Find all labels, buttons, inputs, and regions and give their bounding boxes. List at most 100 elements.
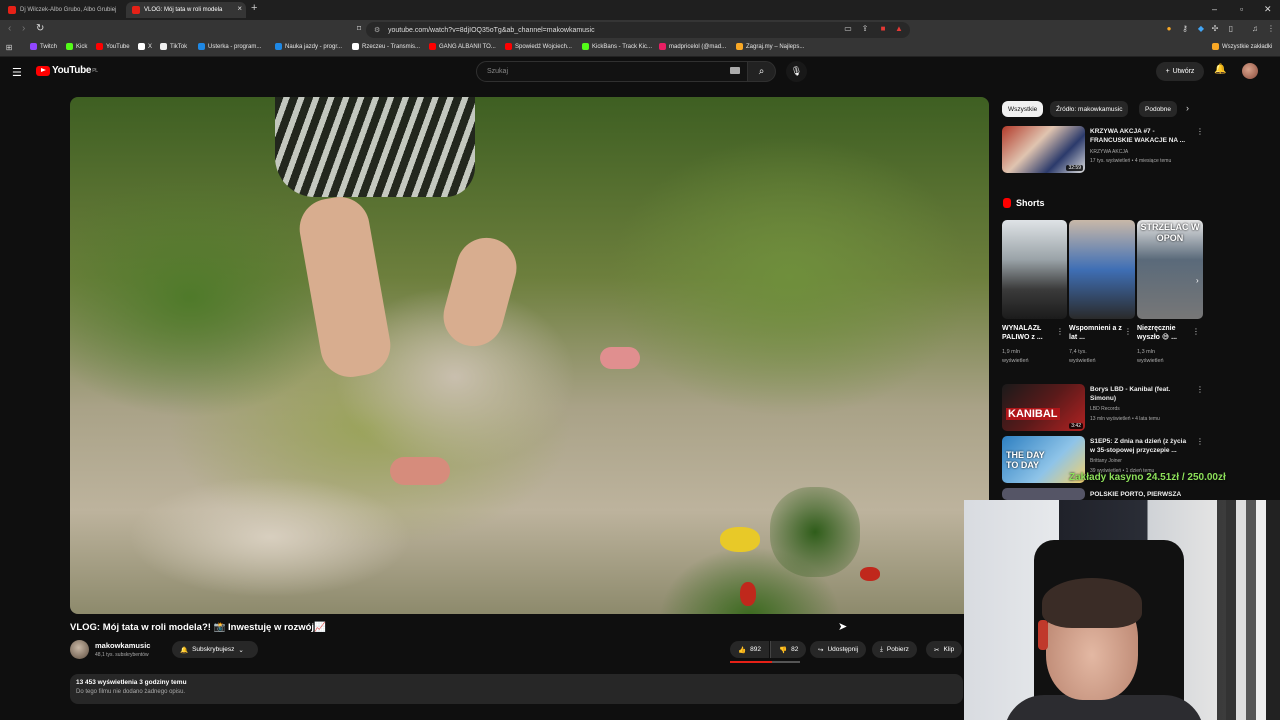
minimize-icon[interactable]: – — [1212, 4, 1217, 14]
dislike-button[interactable]: 👎 82 — [770, 641, 807, 658]
video-thumbnail[interactable]: 32:59 — [1002, 126, 1085, 173]
download-button[interactable]: ⤓ Pobierz — [872, 641, 917, 658]
video-frame-leg — [294, 192, 396, 382]
more-actions-icon[interactable]: ⋮ — [1196, 127, 1204, 136]
account-avatar[interactable] — [1242, 63, 1258, 79]
bookmark-zagraj[interactable]: Zagraj.my – Najleps... — [736, 43, 804, 50]
webcam-overlay — [964, 500, 1280, 720]
short-views-suffix: wyświetleń — [1137, 358, 1164, 364]
notifications-bell-icon[interactable]: 🔔 — [1214, 64, 1226, 75]
webcam-clothes-rack — [1226, 500, 1280, 720]
short-thumbnail[interactable]: STRZELAC W OPON — [1137, 220, 1203, 319]
extension-key-icon[interactable]: ⚷ — [1180, 24, 1190, 34]
maximize-icon[interactable]: ▫ — [1240, 4, 1243, 14]
youtube-icon — [96, 43, 103, 50]
close-window-icon[interactable]: ✕ — [1264, 4, 1272, 15]
chip-related[interactable]: Podobne — [1139, 101, 1177, 117]
browser-tab[interactable]: Dj Wilczek-Albo Grubo, Albo Grubiej — [2, 2, 120, 18]
short-title[interactable]: Niezręcznie wyszło 😅 ... — [1137, 324, 1193, 342]
bookmark-tiktok[interactable]: TikTok — [160, 43, 187, 50]
share-page-icon[interactable]: ⇪ — [860, 24, 870, 34]
bookmark-spowiedz[interactable]: Spowiedź Wojciech... — [505, 43, 572, 50]
recommended-title[interactable]: Borys LBD - Kanibal (feat. Simonu) — [1090, 385, 1190, 403]
address-bar[interactable]: ⚙ youtube.com/watch?v=8djIOQ35oTg&ab_cha… — [366, 22, 910, 38]
search-button[interactable]: ⌕ — [748, 61, 776, 82]
recommended-channel[interactable]: Brittany Joiner — [1090, 458, 1122, 465]
youtube-play-icon — [36, 65, 50, 76]
share-button[interactable]: ↪ Udostępnij — [810, 641, 867, 658]
more-actions-icon[interactable]: ⋮ — [1124, 327, 1132, 336]
media-control-icon[interactable]: ♫ — [1250, 24, 1260, 34]
description-box[interactable]: 13 453 wyświetlenia 3 godziny temu Do te… — [70, 674, 963, 704]
chevron-right-icon[interactable]: › — [1186, 103, 1189, 113]
cast-icon[interactable]: ▭ — [843, 24, 853, 34]
channel-avatar[interactable] — [70, 640, 89, 659]
forward-icon[interactable]: › — [22, 23, 25, 34]
back-icon[interactable]: ‹ — [8, 23, 11, 34]
bookmark-rzeczeu[interactable]: Rzeczeu - Transmis... — [352, 43, 420, 50]
extensions-puzzle-icon[interactable]: ✣ — [1210, 24, 1220, 34]
recommended-channel[interactable]: LBD Records — [1090, 406, 1120, 413]
chip-from-channel[interactable]: Źródło: makowkamusic — [1050, 101, 1129, 117]
video-player[interactable] — [70, 97, 989, 614]
apps-grid-icon[interactable]: ⊞ — [4, 43, 14, 53]
more-actions-icon[interactable]: ⋮ — [1196, 385, 1204, 394]
short-title[interactable]: WYNALAZŁ PALIWO z ... — [1002, 324, 1058, 342]
short-thumbnail[interactable] — [1002, 220, 1067, 319]
shorts-icon — [1003, 198, 1011, 208]
short-thumbnail[interactable] — [1069, 220, 1135, 319]
bookmark-nauka-jazdy[interactable]: Nauka jazdy - progr... — [275, 43, 342, 50]
bookmark-gang-albanii[interactable]: GANG ALBANII TO... — [429, 43, 496, 50]
shorts-next-icon[interactable]: › — [1196, 276, 1199, 285]
tiktok-icon — [160, 43, 167, 50]
bookmark-usterka[interactable]: Usterka - program... — [198, 43, 261, 50]
menu-dots-icon[interactable]: ⋮ — [1266, 24, 1276, 34]
extension-translate-icon[interactable]: ◆ — [1196, 24, 1206, 34]
create-button[interactable]: + Utwórz — [1156, 62, 1204, 81]
hamburger-menu-icon[interactable]: ☰ — [12, 66, 22, 79]
chip-all[interactable]: Wszystkie — [1002, 101, 1044, 117]
sidebar-toggle-icon[interactable]: ▯ — [1226, 24, 1236, 34]
video-title: VLOG: Mój tata w roli modela?! 📸 Inwestu… — [70, 622, 326, 633]
search-input[interactable]: Szukaj — [476, 61, 748, 82]
channel-name[interactable]: makowkamusic — [95, 641, 150, 650]
bookmark-kick[interactable]: Kick — [66, 43, 87, 50]
extension-coin-icon[interactable]: ● — [1164, 24, 1174, 34]
tab-label: Dj Wilczek-Albo Grubo, Albo Grubiej — [20, 7, 117, 13]
keyboard-icon[interactable] — [730, 67, 740, 74]
new-tab-icon[interactable]: + — [251, 2, 257, 14]
duration-badge: 3:42 — [1069, 423, 1083, 429]
more-actions-icon[interactable]: ⋮ — [1192, 327, 1200, 336]
reload-icon[interactable]: ↻ — [36, 23, 44, 34]
recommended-channel[interactable]: KRZYWA AKCJA — [1090, 149, 1128, 156]
microphone-icon[interactable]: 🎙 — [786, 61, 807, 82]
recommended-meta: 13 mln wyświetleń • 4 lata temu — [1090, 416, 1160, 422]
bookmark-madpricelol[interactable]: madpricelol (@mad... — [659, 43, 726, 50]
video-frame-foot — [600, 347, 640, 369]
site-info-icon[interactable]: ⚙ — [374, 26, 380, 34]
like-button[interactable]: 👍 892 — [730, 641, 769, 658]
recommended-title[interactable]: KRZYWA AKCJA #7 - FRANCUSKIE WAKACJE NA … — [1090, 127, 1190, 145]
all-bookmarks-folder[interactable]: Wszystkie zakładki — [1212, 43, 1272, 50]
recommended-title[interactable]: S1EP5: Z dnia na dzień (z życia w 35-sto… — [1090, 437, 1190, 455]
youtube-logo[interactable]: YouTube PL — [36, 65, 98, 76]
bookmark-youtube[interactable]: YouTube — [96, 43, 130, 50]
short-title[interactable]: Wspomnieni a z lat ... — [1069, 324, 1125, 342]
subscribed-button[interactable]: 🔔 Subskrybujesz ⌄ — [172, 641, 258, 658]
extension-warning-icon[interactable]: ▲ — [894, 24, 904, 34]
more-actions-icon[interactable]: ⋮ — [1196, 437, 1204, 446]
extension-shield-icon[interactable]: ■ — [878, 24, 888, 34]
recommended-title[interactable]: POLSKIE PORTO, PIERWSZA — [1090, 490, 1200, 499]
video-thumbnail[interactable]: KANIBAL 3:42 — [1002, 384, 1085, 431]
video-thumbnail[interactable] — [1002, 488, 1085, 500]
browser-tab-active[interactable]: VLOG: Mój tata w roli modela × — [126, 2, 246, 18]
bookmark-star-icon[interactable]: ⌑ — [354, 24, 364, 34]
clip-button[interactable]: ✂ Klip — [926, 641, 963, 658]
bookmark-kickbans[interactable]: KickBans - Track Kic... — [582, 43, 652, 50]
close-tab-icon[interactable]: × — [237, 4, 242, 13]
thumbs-down-icon: 👎 — [779, 646, 788, 654]
bookmark-x[interactable]: X — [138, 43, 152, 50]
more-actions-icon[interactable]: ⋮ — [1056, 327, 1064, 336]
short-views: 7,4 tys. — [1069, 349, 1087, 355]
bookmark-twitch[interactable]: Twitch — [30, 43, 57, 50]
